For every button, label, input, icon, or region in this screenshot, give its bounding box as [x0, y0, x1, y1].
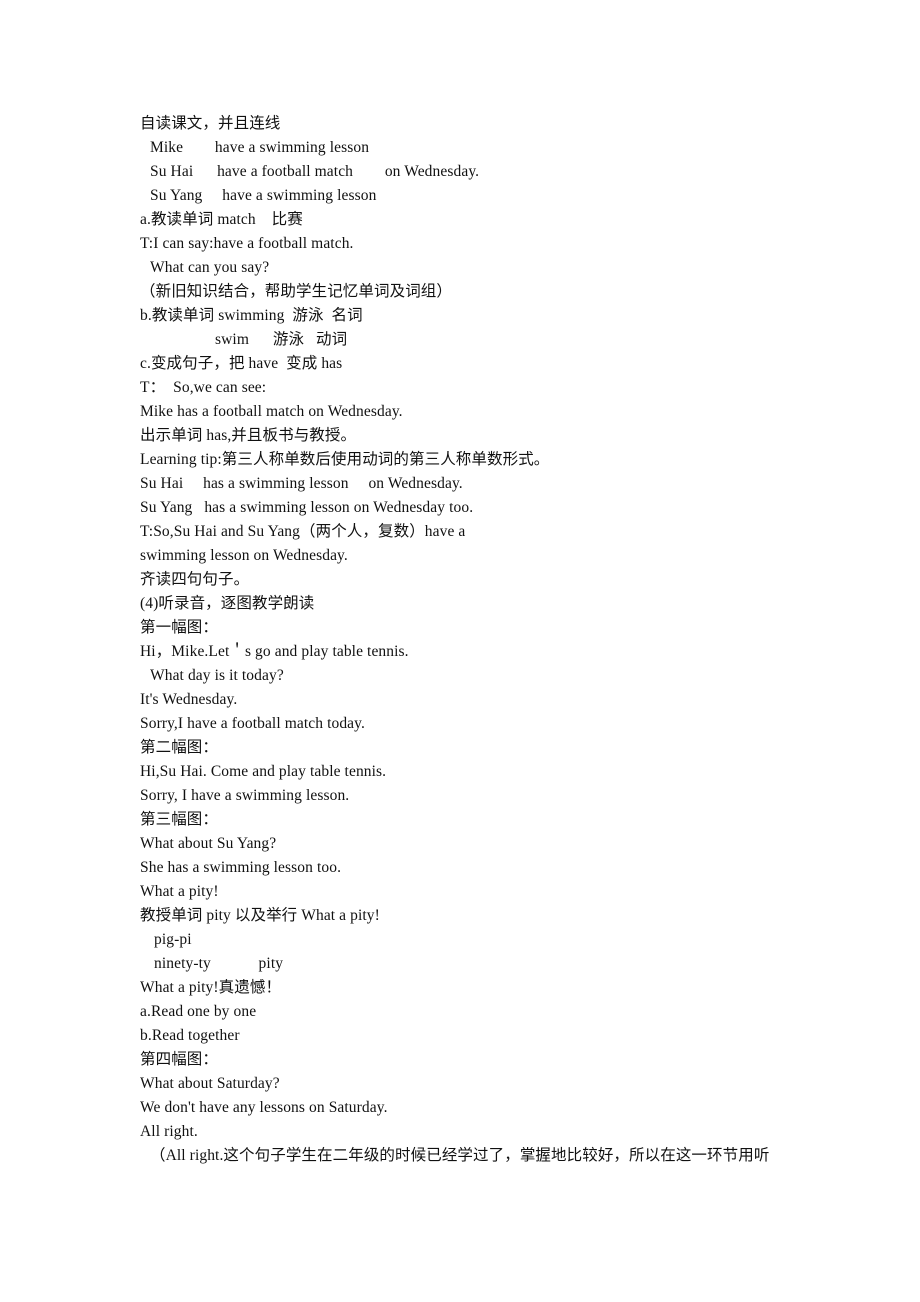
document-page: 自读课文，并且连线 Mike have a swimming lesson Su H…	[0, 0, 920, 1302]
text-line: Hi，Mike.Let＇s go and play table tennis.	[140, 643, 409, 660]
text-line: (4)听录音，逐图教学朗读	[140, 595, 315, 612]
document-text-body: 自读课文，并且连线 Mike have a swimming lesson Su H…	[140, 112, 900, 1168]
text-line: c.变成句子，把 have 变成 has	[140, 355, 343, 372]
text-line: b.Read together	[140, 1027, 240, 1044]
text-line: ninety-ty pity	[154, 955, 284, 972]
text-line: swimming lesson on Wednesday.	[140, 547, 348, 564]
text-line: 第四幅图：	[140, 1051, 219, 1068]
text-line: What about Saturday?	[140, 1075, 280, 1092]
text-line: What a pity!	[140, 883, 219, 900]
text-line: a.教读单词 match 比赛	[140, 211, 303, 228]
text-line: （新旧知识结合，帮助学生记忆单词及词组）	[140, 283, 453, 300]
text-line: Su Yang has a swimming lesson on Wednesd…	[140, 499, 474, 516]
text-line: Su Yang have a swimming lesson	[150, 187, 377, 204]
text-line: She has a swimming lesson too.	[140, 859, 342, 876]
text-line: a.Read one by one	[140, 1003, 257, 1020]
text-line: All right.	[140, 1123, 198, 1140]
text-line: It's Wednesday.	[140, 691, 238, 708]
text-line: What a pity!真遗憾！	[140, 979, 282, 996]
text-line: Su Hai has a swimming lesson on Wednesda…	[140, 475, 463, 492]
text-line: T:So,Su Hai and Su Yang（两个人，复数）have a	[140, 523, 466, 540]
text-line: 第一幅图：	[140, 619, 219, 636]
text-line: Mike has a football match on Wednesday.	[140, 403, 403, 420]
text-line: Su Hai have a football match on Wednesda…	[150, 163, 480, 180]
text-line: What can you say?	[150, 259, 270, 276]
text-line: （All right.这个句子学生在二年级的时候已经学过了，掌握地比较好，所以在…	[150, 1147, 770, 1164]
text-line: Learning tip:第三人称单数后使用动词的第三人称单数形式。	[140, 451, 550, 468]
text-line: b.教读单词 swimming 游泳 名词	[140, 307, 363, 324]
text-line: T:I can say:have a football match.	[140, 235, 354, 252]
text-line: 齐读四句句子。	[140, 571, 250, 588]
text-line: 出示单词 has,并且板书与教授。	[140, 427, 357, 444]
text-line: pig-pi	[154, 931, 192, 948]
text-line: 教授单词 pity 以及举行 What a pity!	[140, 907, 380, 924]
text-line: Mike have a swimming lesson	[150, 139, 370, 156]
text-line: We don't have any lessons on Saturday.	[140, 1099, 388, 1116]
text-line: 第三幅图：	[140, 811, 219, 828]
text-line: swim 游泳 动词	[215, 331, 348, 348]
text-line: 第二幅图：	[140, 739, 219, 756]
text-line: Sorry, I have a swimming lesson.	[140, 787, 350, 804]
text-line: T： So,we can see:	[140, 379, 267, 396]
text-line: Hi,Su Hai. Come and play table tennis.	[140, 763, 387, 780]
text-line: What day is it today?	[150, 667, 284, 684]
text-line: Sorry,I have a football match today.	[140, 715, 365, 732]
text-line: What about Su Yang?	[140, 835, 277, 852]
text-line: 自读课文，并且连线	[140, 115, 281, 132]
